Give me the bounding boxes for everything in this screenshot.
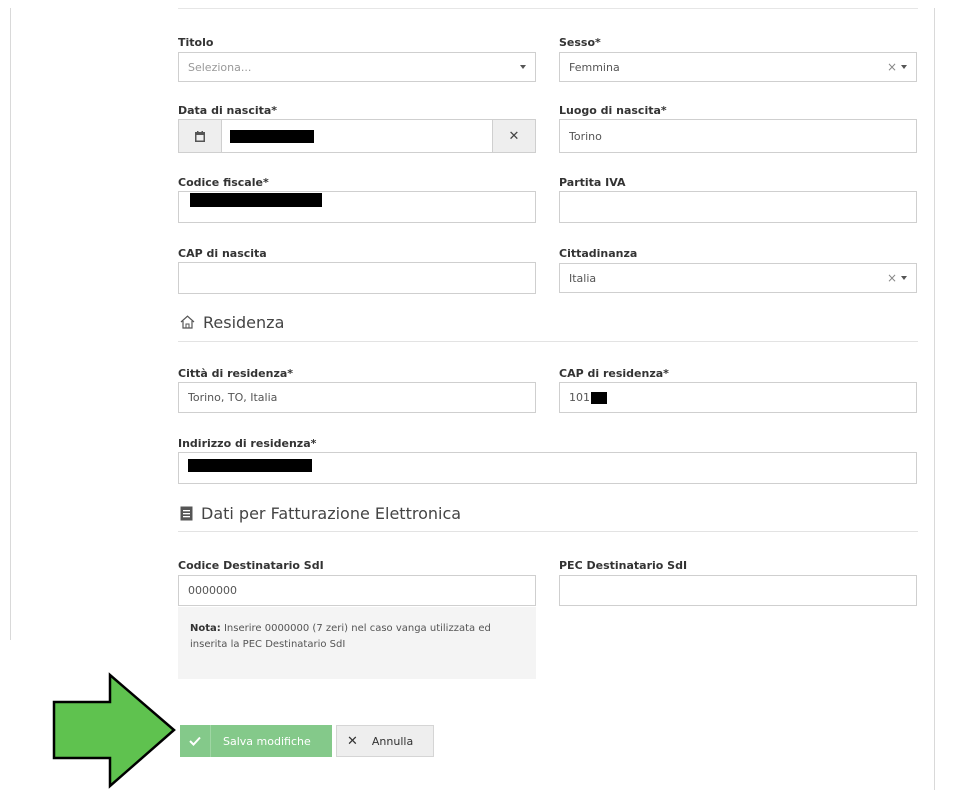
- panel-top-border: [178, 8, 918, 9]
- save-label: Salva modifiche: [223, 734, 311, 748]
- data-nascita-label: Data di nascita*: [178, 104, 278, 117]
- titolo-select[interactable]: Seleziona...: [178, 52, 536, 82]
- clear-icon[interactable]: ×: [887, 271, 897, 285]
- cap-residenza-value: 101: [569, 391, 590, 404]
- luogo-nascita-label: Luogo di nascita*: [559, 104, 667, 117]
- luogo-nascita-value: Torino: [569, 129, 602, 143]
- indirizzo-residenza-label: Indirizzo di residenza*: [178, 437, 317, 450]
- codice-fiscale-label: Codice fiscale*: [178, 176, 269, 189]
- codice-destinatario-input[interactable]: 0000000: [178, 575, 536, 606]
- pec-destinatario-label: PEC Destinatario SdI: [559, 559, 688, 572]
- codice-destinatario-value: 0000000: [188, 584, 237, 597]
- calendar-icon[interactable]: [179, 120, 222, 152]
- sesso-select[interactable]: Femmina ×: [559, 52, 917, 82]
- chevron-down-icon[interactable]: [901, 276, 907, 280]
- cittadinanza-label: Cittadinanza: [559, 247, 638, 260]
- cap-residenza-label: CAP di residenza*: [559, 367, 669, 380]
- citta-residenza-input[interactable]: Torino, TO, Italia: [178, 382, 536, 413]
- cittadinanza-value: Italia: [569, 271, 597, 285]
- save-button[interactable]: Salva modifiche: [180, 725, 332, 757]
- section-residenza: Residenza: [180, 311, 284, 333]
- cap-nascita-label: CAP di nascita: [178, 247, 267, 260]
- cap-residenza-input[interactable]: 101: [559, 382, 917, 413]
- partita-iva-label: Partita IVA: [559, 176, 626, 189]
- cancel-label: Annulla: [371, 734, 414, 748]
- indirizzo-residenza-input[interactable]: [178, 452, 917, 484]
- panel-right-border: [934, 8, 935, 790]
- nota-label: Nota:: [190, 623, 221, 634]
- sesso-label: Sesso*: [559, 36, 601, 49]
- titolo-label: Titolo: [178, 36, 214, 49]
- chevron-down-icon: [520, 65, 526, 69]
- chevron-down-icon[interactable]: [901, 65, 907, 69]
- section-fatturazione: Dati per Fatturazione Elettronica: [180, 502, 461, 524]
- cap-nascita-input[interactable]: [178, 262, 536, 294]
- home-icon: [180, 315, 195, 329]
- codice-destinatario-label: Codice Destinatario SdI: [178, 559, 324, 572]
- citta-residenza-label: Città di residenza*: [178, 367, 294, 380]
- fatturazione-title: Dati per Fatturazione Elettronica: [201, 503, 462, 523]
- residenza-title: Residenza: [203, 312, 285, 332]
- nota-text: Inserire 0000000 (7 zeri) nel caso vanga…: [190, 623, 491, 650]
- citta-residenza-value: Torino, TO, Italia: [188, 391, 278, 404]
- fatturazione-divider: [178, 531, 918, 532]
- codice-fiscale-input[interactable]: [178, 191, 536, 223]
- data-nascita-field[interactable]: ✕: [178, 119, 536, 153]
- sesso-value: Femmina: [569, 60, 620, 74]
- clear-date-icon[interactable]: ✕: [492, 120, 535, 152]
- close-icon: ✕: [347, 733, 358, 749]
- redacted-indirizzo: [188, 459, 312, 472]
- panel-left-border: [10, 8, 11, 640]
- document-icon: [180, 506, 193, 520]
- cittadinanza-select[interactable]: Italia ×: [559, 263, 917, 293]
- clear-icon[interactable]: ×: [887, 60, 897, 74]
- cancel-button[interactable]: ✕ Annulla: [336, 725, 434, 757]
- redacted-cap: [591, 391, 607, 404]
- redacted-codice-fiscale: [190, 193, 322, 207]
- nota-box: Nota: Inserire 0000000 (7 zeri) nel caso…: [178, 607, 536, 679]
- redacted-date: [230, 129, 314, 143]
- partita-iva-input[interactable]: [559, 191, 917, 223]
- titolo-placeholder: Seleziona...: [188, 60, 252, 74]
- check-icon: [180, 725, 211, 757]
- green-arrow-pointer: [52, 672, 176, 789]
- luogo-nascita-input[interactable]: Torino: [559, 119, 917, 153]
- residenza-divider: [178, 341, 918, 342]
- pec-destinatario-input[interactable]: [559, 575, 917, 606]
